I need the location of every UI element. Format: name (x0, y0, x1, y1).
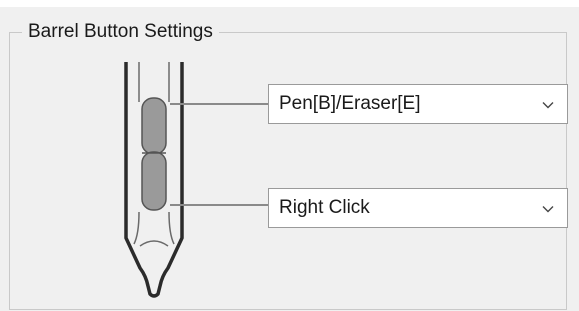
chevron-down-icon (542, 206, 554, 213)
lower-button-leader-line (170, 204, 268, 206)
lower-barrel-button (141, 151, 167, 211)
upper-barrel-button-value: Pen[B]/Eraser[E] (279, 93, 421, 114)
pen-illustration (124, 62, 184, 298)
upper-barrel-button-select[interactable]: Pen[B]/Eraser[E] (268, 84, 568, 124)
upper-barrel-button (141, 97, 167, 155)
group-title: Barrel Button Settings (22, 20, 219, 44)
lower-barrel-button-value: Right Click (279, 197, 370, 218)
upper-button-leader-line (170, 103, 268, 105)
window-edge (0, 0, 579, 7)
lower-barrel-button-select[interactable]: Right Click (268, 188, 568, 228)
chevron-down-icon (542, 102, 554, 109)
